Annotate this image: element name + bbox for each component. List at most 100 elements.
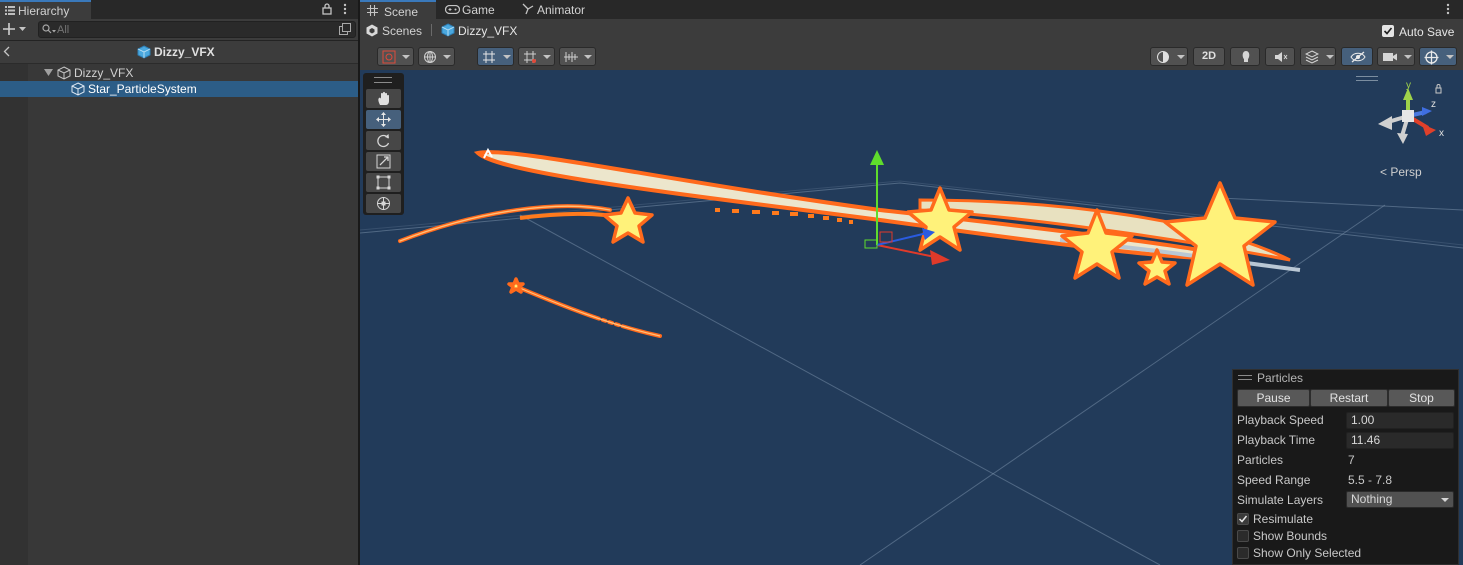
resimulate-checkbox[interactable] [1237,513,1249,525]
projection-toggle[interactable]: < Persp [1380,165,1422,179]
speed-range-value: 5.5 - 7.8 [1348,473,1393,487]
add-object-button[interactable] [3,22,27,36]
hierarchy-toolbar [0,19,358,41]
rect-tool-button[interactable] [366,173,401,192]
unity-logo-icon [366,24,378,37]
restart-button[interactable]: Restart [1310,389,1388,407]
pause-button[interactable]: Pause [1237,389,1310,407]
search-field[interactable] [38,21,356,38]
rotate-tool-button[interactable] [366,131,401,150]
playback-speed-field[interactable]: 1.00 [1346,412,1454,429]
show-only-selected-label: Show Only Selected [1253,546,1362,560]
particles-count-value: 7 [1348,453,1355,467]
camera-dropdown[interactable] [1377,47,1415,66]
more-menu-icon[interactable] [343,3,347,15]
tab-hierarchy-label: Hierarchy [18,4,70,18]
draw-mode-dropdown[interactable] [377,47,414,66]
simulate-layers-dropdown[interactable]: Nothing [1346,491,1454,508]
scale-tool-button[interactable] [366,152,401,171]
global-local-dropdown[interactable] [418,47,455,66]
hand-icon [378,91,389,105]
scene-viewport[interactable]: y z x < Persp Particles Pause Restart St… [360,70,1463,565]
particles-title: Particles [1257,371,1304,385]
tab-animator-label: Animator [537,3,586,17]
show-only-selected-checkbox[interactable] [1237,547,1249,559]
transform-tool-button[interactable] [366,194,401,213]
increment-snap-dropdown[interactable] [518,47,555,66]
stop-button[interactable]: Stop [1388,389,1455,407]
tree-row-dizzy-vfx[interactable]: Dizzy_VFX [0,65,358,81]
scale-icon [376,154,391,169]
tab-game[interactable]: Game [440,0,512,19]
resimulate-label: Resimulate [1253,512,1314,526]
gameobject-cube-icon [71,82,85,96]
shading-mode-dropdown[interactable] [1150,47,1188,66]
audio-toggle-button[interactable] [1265,47,1295,66]
scene-header-title: Dizzy_VFX [154,45,215,59]
list-icon [5,6,15,15]
more-menu-icon[interactable] [1446,3,1450,15]
drag-handle-icon[interactable] [1238,375,1252,380]
grid-snapping-toggle[interactable] [477,47,514,66]
axis-z-label: z [1431,99,1436,110]
search-icon [42,24,56,35]
gameobject-cube-icon [57,66,71,80]
orientation-gizmo[interactable]: y z x [1370,78,1450,148]
lighting-toggle-button[interactable] [1230,47,1260,66]
breadcrumb: Scenes Dizzy_VFX Auto Save [360,19,1463,43]
gamepad-icon [445,5,460,14]
tree-item-label: Dizzy_VFX [74,66,134,80]
rect-transform-icon [376,175,391,190]
back-chevron-icon[interactable] [3,46,10,57]
search-options-icon[interactable] [339,23,351,35]
2d-label: 2D [1202,50,1217,62]
particles-overlay: Particles Pause Restart Stop Playback Sp… [1232,369,1459,565]
expand-arrow-icon[interactable] [44,69,53,76]
axis-x-label: x [1439,128,1444,139]
breadcrumb-current[interactable]: Dizzy_VFX [458,24,517,38]
particles-count-label: Particles [1237,453,1284,467]
grid-icon [367,5,378,16]
scene-visibility-toggle[interactable] [1341,47,1373,66]
scene-toolbar: 2D [360,43,1463,71]
2d-toggle-button[interactable]: 2D [1193,47,1225,66]
tab-scene[interactable]: Scene [360,0,436,19]
show-bounds-label: Show Bounds [1253,529,1328,543]
prefab-cube-icon [441,23,455,37]
tab-scene-label: Scene [384,5,419,19]
effects-dropdown[interactable] [1300,47,1336,66]
auto-save-label: Auto Save [1399,25,1455,39]
breadcrumb-root[interactable]: Scenes [382,24,422,38]
search-input[interactable] [57,22,327,37]
simulate-layers-value: Nothing [1351,492,1393,506]
scene-header[interactable]: Dizzy_VFX [0,41,358,64]
lock-icon[interactable] [322,3,332,15]
axis-y-label: y [1406,80,1411,91]
ruler-snap-dropdown[interactable] [559,47,596,66]
gizmos-dropdown[interactable] [1419,47,1457,66]
tab-animator[interactable]: Animator [517,0,597,19]
hierarchy-panel: Hierarchy Dizzy_VFX [0,0,358,565]
hierarchy-gutter [0,64,28,565]
breadcrumb-separator [431,24,432,36]
tool-strip [363,73,404,215]
transform-icon [377,197,390,210]
tab-game-label: Game [462,3,495,17]
drag-handle-icon[interactable] [374,77,392,83]
move-icon [376,112,391,127]
rotate-icon [377,134,390,148]
show-bounds-checkbox[interactable] [1237,530,1249,542]
animator-icon [522,3,534,15]
tree-row-star-particlesystem[interactable]: Star_ParticleSystem [0,81,358,97]
tab-hierarchy[interactable]: Hierarchy [0,0,91,19]
playback-speed-label: Playback Speed [1237,413,1324,427]
hand-tool-button[interactable] [366,89,401,108]
playback-time-field[interactable]: 11.46 [1346,432,1454,449]
hierarchy-tabbar: Hierarchy [0,0,358,19]
tree-item-label: Star_ParticleSystem [88,82,197,96]
auto-save-checkbox[interactable] [1382,25,1394,37]
simulate-layers-label: Simulate Layers [1237,493,1324,507]
move-tool-button[interactable] [366,110,401,129]
speed-range-label: Speed Range [1237,473,1311,487]
playback-time-label: Playback Time [1237,433,1316,447]
